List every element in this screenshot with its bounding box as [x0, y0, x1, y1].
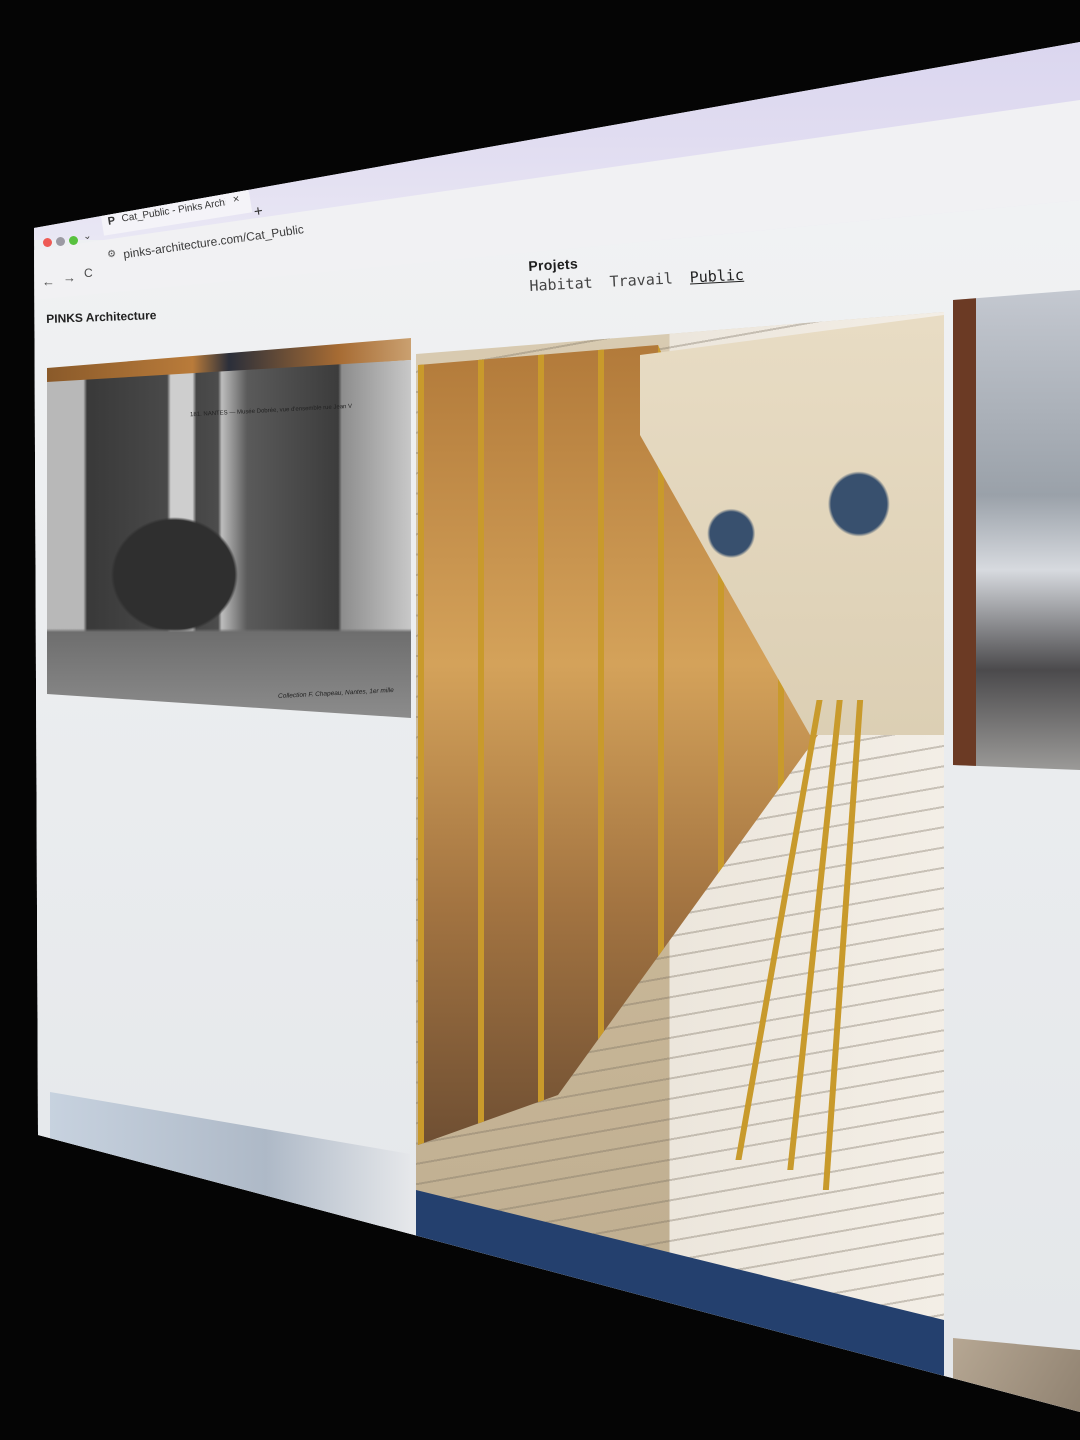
nav-link-public[interactable]: Public — [689, 266, 744, 287]
monitor-screen: ⌄ P Cat_Public - Pinks Architecture × + … — [34, 42, 1080, 1412]
nav-link-travail[interactable]: Travail — [609, 269, 673, 290]
reload-button[interactable]: C — [84, 266, 93, 280]
forward-button[interactable]: → — [63, 270, 76, 285]
project-photo-street[interactable] — [953, 290, 1080, 770]
back-button[interactable]: ← — [42, 274, 55, 289]
project-photo-partial[interactable] — [953, 1338, 1080, 1412]
chevron-down-icon[interactable]: ⌄ — [82, 230, 92, 242]
maximize-window-button[interactable] — [69, 236, 78, 245]
site-settings-icon[interactable]: ⚙ — [107, 248, 117, 260]
favicon-icon: P — [107, 214, 117, 228]
nav-link-habitat[interactable]: Habitat — [529, 274, 593, 295]
close-window-button[interactable] — [43, 238, 52, 247]
close-icon[interactable]: × — [232, 193, 240, 206]
minimize-window-button[interactable] — [56, 237, 65, 246]
